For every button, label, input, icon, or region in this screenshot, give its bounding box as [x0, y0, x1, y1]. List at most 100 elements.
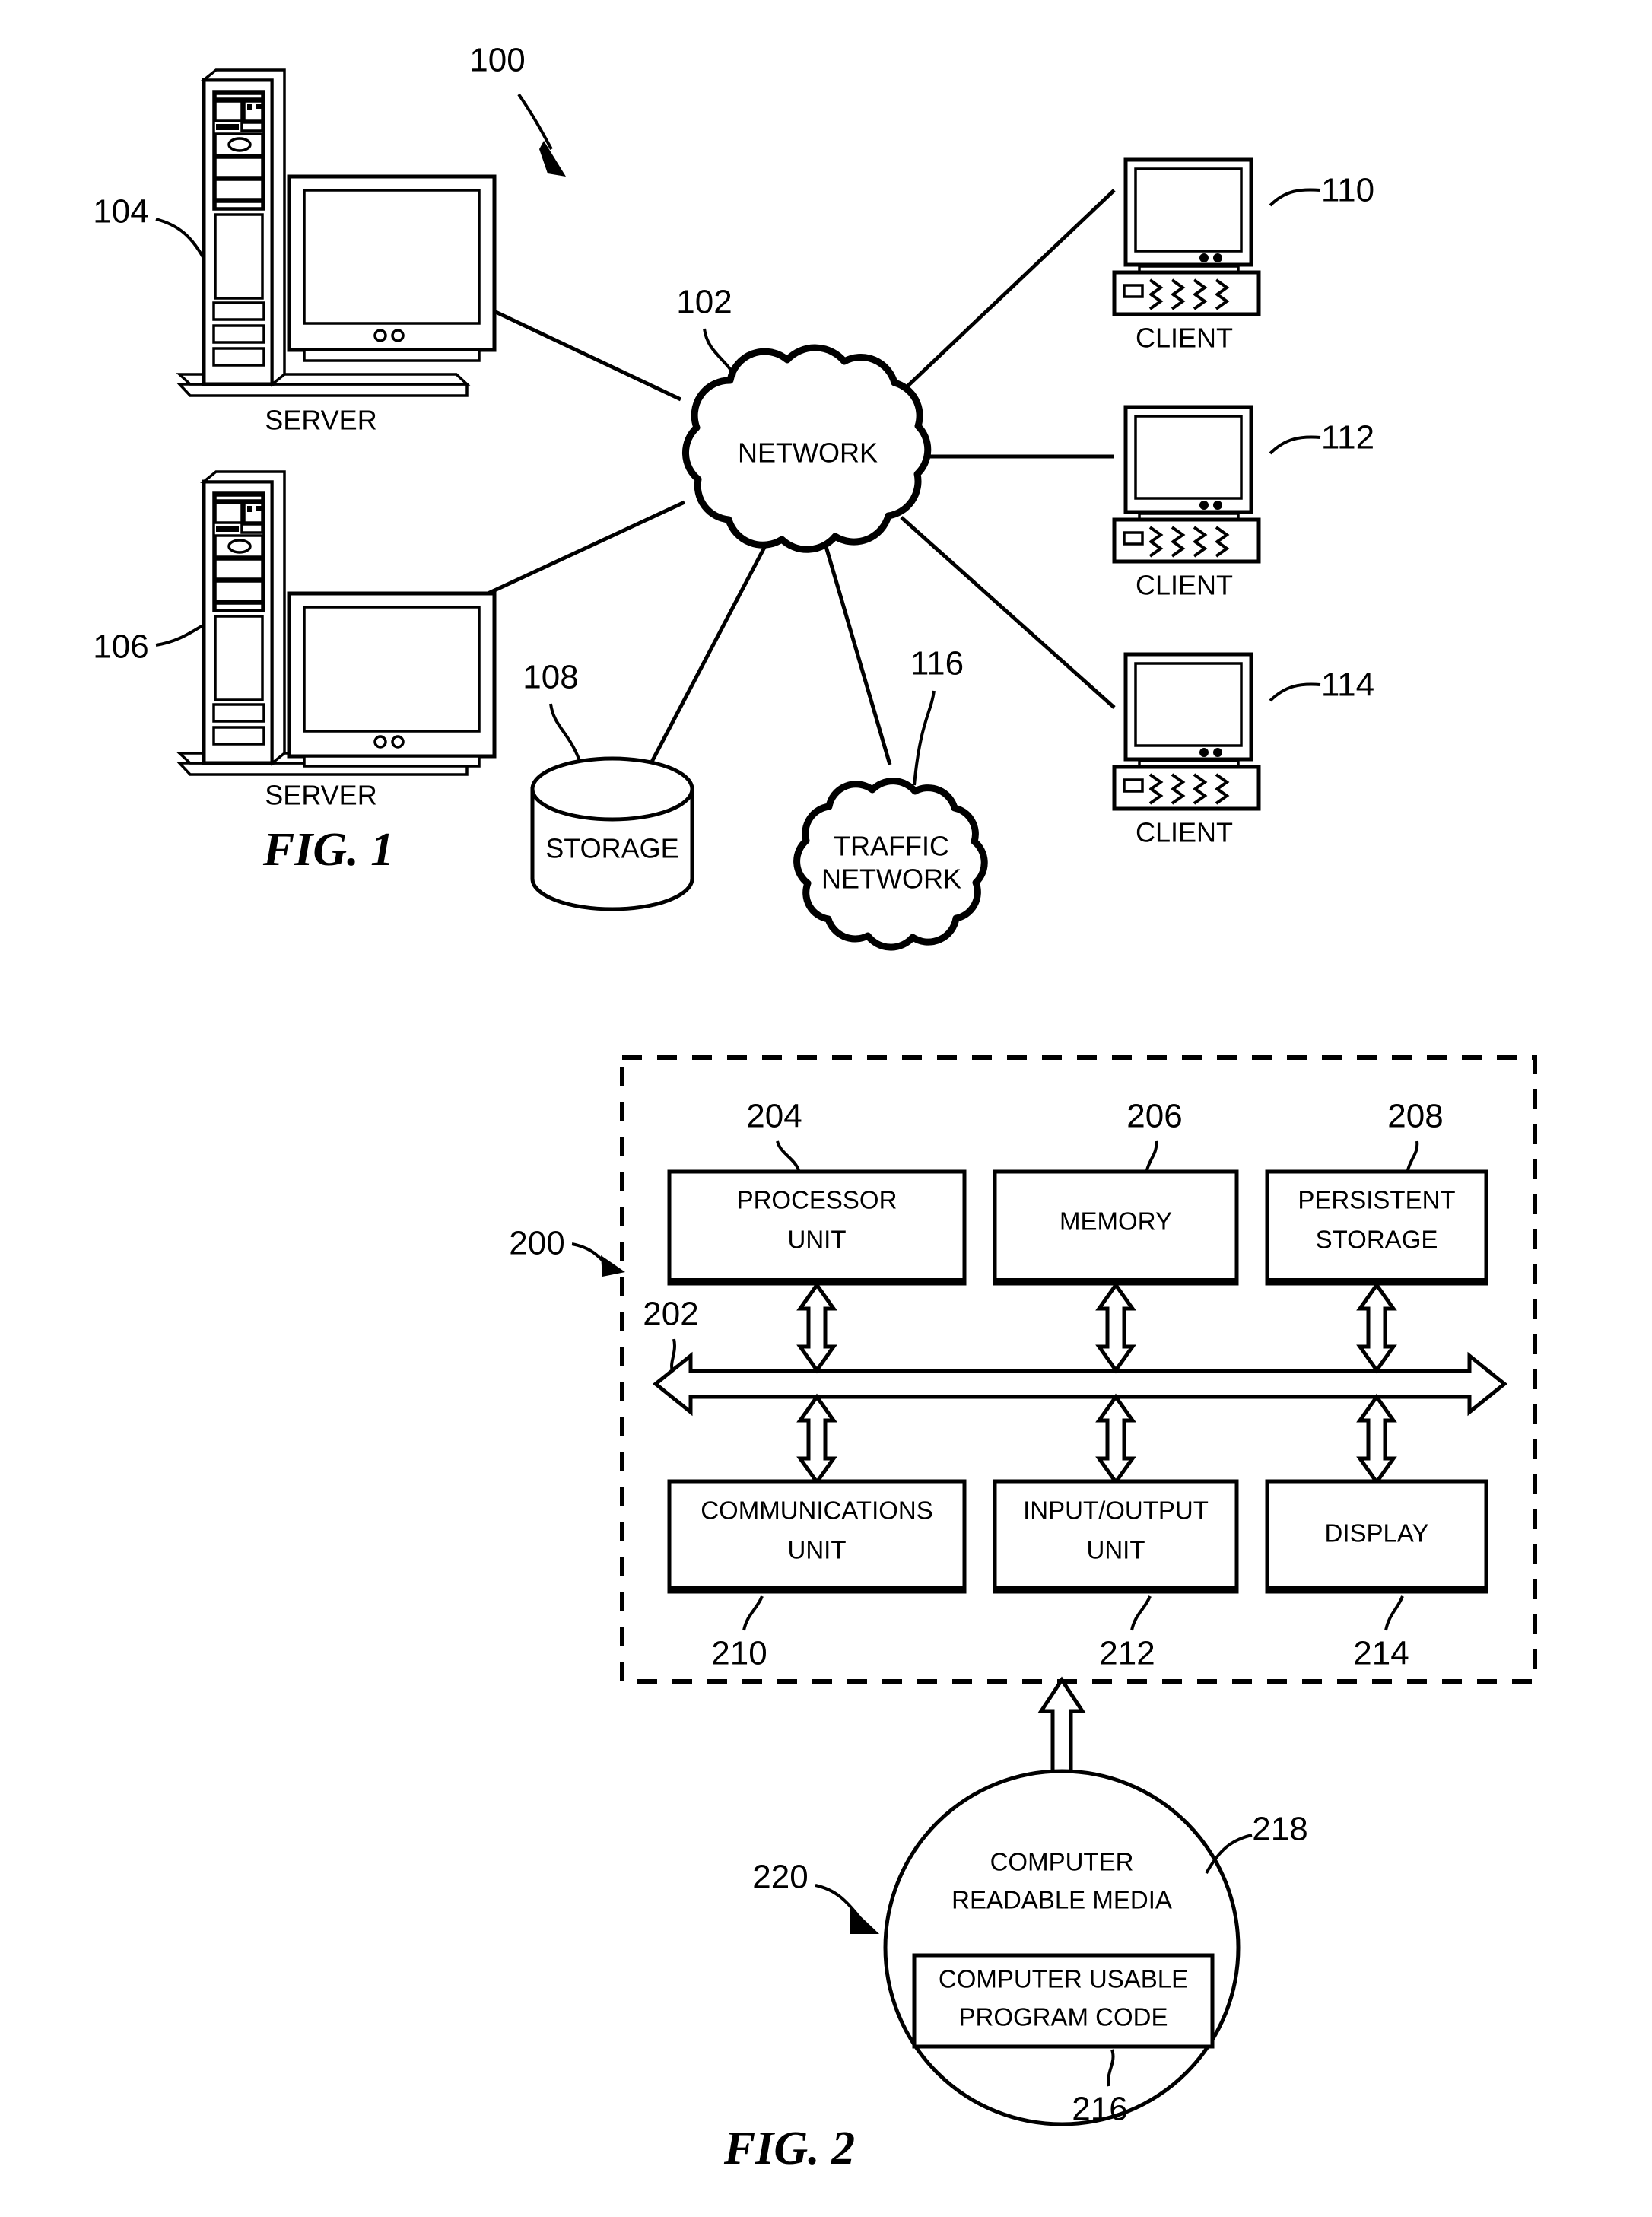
ref-206: 206: [1126, 1098, 1182, 1135]
ref-100: 100: [469, 42, 525, 79]
figure2-caption: FIG. 2: [723, 2123, 855, 2174]
server-104-panel-c: [212, 347, 265, 367]
server-104-monitor-led-2: [391, 329, 405, 342]
network-cloud: NETWORK 102: [676, 284, 932, 553]
server-104-label: SERVER: [265, 405, 376, 436]
server-104-led-1: [247, 104, 252, 110]
ref-100-leader: [517, 93, 553, 150]
server-104-bay-1a: [214, 100, 243, 122]
client-110-led-1: [1199, 253, 1209, 262]
figure1-caption: FIG. 1: [262, 824, 394, 876]
box-memory-line1: MEMORY: [1060, 1207, 1172, 1236]
ref-104-leader: [155, 218, 205, 258]
client-112-label: CLIENT: [1136, 570, 1233, 601]
server-104-led-2: [256, 104, 262, 109]
traffic-network-label-line2: NETWORK: [821, 864, 961, 895]
client-112-key-block: [1123, 531, 1144, 546]
box-persistent-storage-line2: STORAGE: [1316, 1226, 1438, 1254]
storage-cylinder-top: [530, 756, 694, 822]
ref-216: 216: [1072, 2091, 1127, 2128]
ref-104: 104: [93, 193, 148, 231]
bus-arrow-io: [1095, 1393, 1136, 1486]
server-106-panel-lower: [214, 615, 264, 701]
storage-label: STORAGE: [545, 833, 678, 864]
storage-unit: STORAGE 108: [523, 659, 694, 911]
client-110-key-block: [1123, 284, 1144, 298]
ref-218: 218: [1252, 1811, 1307, 1848]
server-106-monitor-stand: [303, 755, 481, 768]
ref-204: 204: [746, 1098, 802, 1135]
box-persistent-storage-line1: PERSISTENT: [1298, 1186, 1455, 1214]
ref-202-leader: [670, 1338, 676, 1372]
link-server104-network: [470, 298, 682, 402]
client-114: CLIENT 114: [1112, 652, 1374, 848]
server-106-panel-a: [212, 703, 265, 723]
fig2-bottom-connectors: [796, 1393, 1397, 1486]
bus-arrow-display: [1356, 1393, 1397, 1486]
figures-canvas: 100 104 SERVER 106 SERVER NETWORK 102 CL…: [93, 42, 1537, 2174]
ref-220: 220: [752, 1859, 808, 1896]
ref-214-leader: [1384, 1595, 1404, 1631]
server-106-slot-2: [240, 523, 264, 534]
server-104-panel-a: [212, 301, 265, 321]
ref-200: 200: [509, 1225, 564, 1262]
server-106-led-1: [247, 506, 252, 512]
client-112-led-1: [1199, 501, 1209, 510]
client-110-led-2: [1213, 253, 1222, 262]
fig1-system-ref: 100: [469, 42, 566, 177]
media-circle: [883, 1769, 1241, 2126]
box-communications-unit-shadow: [669, 1586, 964, 1593]
server-106-led-2: [256, 506, 262, 511]
server-106-bay-3: [214, 558, 264, 580]
client-114-led-2: [1213, 748, 1222, 757]
ref-110: 110: [1321, 172, 1374, 209]
server-104: 104 SERVER: [93, 68, 497, 436]
server-106-drive-spindle: [227, 539, 252, 554]
ref-212: 212: [1099, 1635, 1155, 1672]
server-104-bay-4: [214, 178, 264, 201]
box-communications-unit-line1: COMMUNICATIONS: [701, 1497, 933, 1525]
fig2-top-row: PROCESSOR UNIT 204 MEMORY 206 PERSISTENT…: [667, 1098, 1488, 1286]
computer-readable-media: COMPUTER READABLE MEDIA COMPUTER USABLE …: [752, 1676, 1308, 2128]
client-114-screen: [1134, 662, 1243, 747]
ref-210-leader: [742, 1595, 764, 1631]
client-110-label: CLIENT: [1136, 323, 1233, 354]
media-label-line2: READABLE MEDIA: [951, 1886, 1172, 1914]
server-104-monitor-screen: [303, 189, 481, 325]
client-112: CLIENT 112: [1112, 405, 1374, 601]
ref-106-leader: [155, 624, 204, 647]
ref-114-leader: [1269, 682, 1321, 702]
ref-204-leader: [776, 1140, 800, 1171]
server-106-bay-1b: [243, 501, 264, 524]
box-processor-unit-line1: PROCESSOR: [737, 1186, 897, 1214]
ref-112-leader: [1269, 435, 1321, 455]
server-106: 106 SERVER: [93, 470, 497, 811]
box-program-code-line1: COMPUTER USABLE: [939, 1965, 1188, 1993]
server-104-panel-lower: [214, 213, 264, 300]
client-114-key-block: [1123, 778, 1144, 793]
server-104-bay-5: [214, 200, 264, 210]
server-106-monitor-led-1: [373, 735, 387, 749]
ref-108: 108: [523, 659, 578, 696]
link-server106-network: [470, 500, 686, 603]
ref-202: 202: [643, 1296, 698, 1333]
server-104-drive-spindle: [227, 137, 252, 152]
server-104-slot-1: [216, 124, 239, 130]
server-104-slot-2: [240, 121, 264, 132]
ref-214: 214: [1353, 1635, 1409, 1672]
server-106-bay-4: [214, 580, 264, 603]
box-program-code-line2: PROGRAM CODE: [958, 2003, 1168, 2031]
bus-arrow-processor: [796, 1281, 837, 1374]
box-input-output-unit-line1: INPUT/OUTPUT: [1023, 1497, 1209, 1525]
media-to-system-arrow: [1037, 1676, 1086, 1775]
ref-102-leader: [703, 328, 736, 377]
bus-arrow-memory: [1095, 1281, 1136, 1374]
box-input-output-unit-shadow: [995, 1586, 1237, 1593]
server-106-monitor-screen: [303, 606, 481, 733]
network-label: NETWORK: [738, 437, 878, 469]
server-106-panel-b: [212, 726, 265, 746]
media-label-line1: COMPUTER: [990, 1848, 1134, 1876]
server-106-bay-top: [214, 494, 264, 502]
ref-208: 208: [1387, 1098, 1443, 1135]
box-processor-unit-line2: UNIT: [788, 1226, 847, 1254]
